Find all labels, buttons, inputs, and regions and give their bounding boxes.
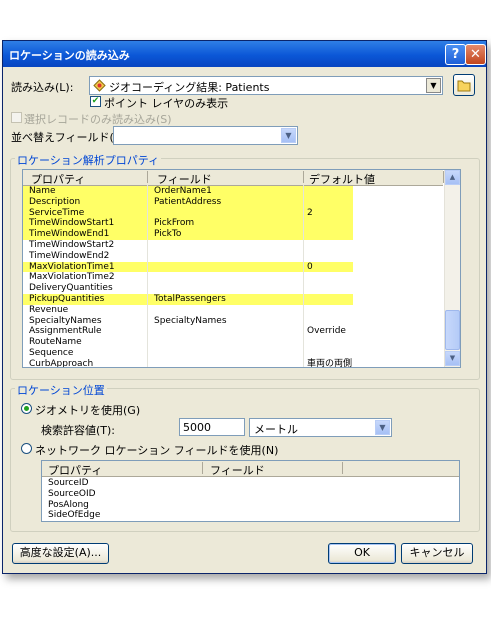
col-header-property[interactable]: プロパティ: [31, 171, 85, 187]
cell-default: 0: [307, 261, 313, 272]
table-row[interactable]: AssignmentRule Override: [23, 326, 443, 337]
show-point-layers-label: ポイント レイヤのみ表示: [104, 97, 229, 110]
network-fields-grid[interactable]: プロパティ フィールド SourceID SourceOID PosAlong …: [41, 460, 460, 522]
ok-button[interactable]: OK: [328, 543, 396, 564]
cell-property: TimeWindowStart2: [29, 240, 115, 250]
cell-field: PatientAddress: [154, 196, 222, 207]
cell-property: TimeWindowStart1: [29, 218, 115, 229]
tolerance-value: 5000: [183, 421, 211, 434]
scroll-thumb[interactable]: [445, 310, 460, 350]
col-header-default[interactable]: デフォルト値: [309, 171, 375, 187]
cell-default: 車両の両側: [307, 358, 353, 368]
cell-property: Sequence: [29, 348, 74, 358]
scroll-down-icon[interactable]: ▼: [445, 351, 460, 366]
net-col-header-property[interactable]: プロパティ: [48, 462, 102, 478]
table-row[interactable]: TimeWindowEnd2: [23, 251, 443, 262]
cell-property: PickupQuantities: [29, 294, 105, 304]
cancel-button[interactable]: キャンセル: [401, 543, 473, 564]
advanced-settings-button[interactable]: 高度な設定(A)...: [12, 543, 109, 564]
cell-property: DeliveryQuantities: [29, 283, 113, 294]
tolerance-label: 検索許容値(T):: [41, 424, 116, 437]
table-row[interactable]: MaxViolationTime1 0: [23, 262, 443, 273]
cell-field: PickTo: [154, 229, 182, 240]
cell-property: RouteName: [29, 337, 82, 348]
table-row[interactable]: RouteName: [23, 337, 443, 348]
cell-property: CurbApproach: [29, 358, 94, 368]
cell-property: AssignmentRule: [29, 326, 102, 337]
table-row[interactable]: TimeWindowStart2: [23, 240, 443, 251]
cell-property: ServiceTime: [29, 207, 85, 218]
properties-grid[interactable]: プロパティ フィールド デフォルト値 Name OrderName1 Descrip…: [22, 169, 461, 368]
cell-property: TimeWindowEnd2: [29, 250, 110, 261]
cell-default: Override: [307, 326, 346, 337]
cell-property: MaxViolationTime1: [29, 261, 115, 272]
tolerance-unit-select[interactable]: メートル ▼: [249, 418, 392, 437]
close-icon[interactable]: ✕: [465, 44, 486, 65]
selected-only-label: 選択レコードのみ読み込み(S): [24, 113, 172, 126]
title-bar[interactable]: ロケーションの読み込み ? ✕: [3, 41, 486, 67]
layer-icon: [93, 79, 106, 92]
use-network-fields-radio[interactable]: [21, 443, 32, 454]
dialog-title: ロケーションの読み込み: [9, 49, 130, 62]
table-row[interactable]: TimeWindowStart1 PickFrom: [23, 218, 443, 229]
load-locations-dialog: ロケーションの読み込み ? ✕ 読み込み(L): ジオコーディング結果: Pat…: [2, 40, 487, 574]
table-row[interactable]: Description PatientAddress: [23, 197, 443, 208]
cell-property: MaxViolationTime2: [29, 272, 115, 283]
cell-default: 2: [307, 207, 313, 218]
properties-group-title: ロケーション解析プロパティ: [15, 152, 162, 168]
cell-property: Description: [29, 196, 81, 207]
load-from-select[interactable]: ジオコーディング結果: Patients ▼: [89, 76, 443, 95]
show-point-layers-checkbox[interactable]: ✔: [90, 96, 101, 107]
tolerance-input[interactable]: 5000: [179, 418, 245, 436]
open-folder-button[interactable]: [453, 74, 475, 96]
cell-property: Revenue: [29, 304, 69, 315]
sort-field-select[interactable]: ▼: [113, 126, 298, 145]
cell-field: SpecialtyNames: [154, 315, 227, 326]
use-geometry-label: ジオメトリを使用(G): [35, 404, 141, 417]
table-row[interactable]: TimeWindowEnd1 PickTo: [23, 229, 443, 240]
use-network-fields-label: ネットワーク ロケーション フィールドを使用(N): [35, 444, 279, 457]
table-row[interactable]: Sequence: [23, 348, 443, 359]
folder-icon: [457, 80, 471, 92]
chevron-down-icon[interactable]: ▼: [426, 78, 441, 93]
position-group-title: ロケーション位置: [15, 382, 107, 398]
grid-scrollbar[interactable]: ▲ ▼: [444, 170, 460, 367]
selected-only-checkbox[interactable]: [11, 112, 22, 123]
cell-property: SpecialtyNames: [29, 315, 102, 326]
scroll-up-icon[interactable]: ▲: [445, 170, 460, 185]
table-row[interactable]: Name OrderName1: [23, 186, 443, 197]
table-row[interactable]: PickupQuantities TotalPassengers: [23, 294, 443, 305]
table-row[interactable]: Revenue: [23, 305, 443, 316]
load-from-value: ジオコーディング結果: Patients: [109, 81, 270, 94]
table-row[interactable]: ServiceTime 2: [23, 208, 443, 219]
col-header-field[interactable]: フィールド: [157, 171, 212, 187]
load-from-label: 読み込み(L):: [11, 81, 74, 94]
net-grid-header: プロパティ フィールド: [42, 461, 459, 477]
cell-property: Name: [29, 186, 56, 196]
help-icon[interactable]: ?: [445, 44, 466, 65]
chevron-down-icon[interactable]: ▼: [375, 420, 390, 435]
cell-field: PickFrom: [154, 218, 195, 229]
table-row[interactable]: CurbApproach 車両の両側: [23, 358, 443, 368]
table-row[interactable]: MaxViolationTime2: [23, 272, 443, 283]
cell-property: TimeWindowEnd1: [29, 229, 110, 240]
table-row[interactable]: SpecialtyNames SpecialtyNames: [23, 316, 443, 327]
table-row[interactable]: DeliveryQuantities: [23, 283, 443, 294]
use-geometry-radio[interactable]: [21, 403, 32, 414]
cell-field: TotalPassengers: [154, 294, 226, 304]
cell-field: OrderName1: [154, 186, 212, 196]
tolerance-unit-value: メートル: [254, 423, 298, 436]
chevron-down-icon[interactable]: ▼: [281, 128, 296, 143]
grid-header: プロパティ フィールド デフォルト値: [23, 170, 444, 187]
net-col-header-field[interactable]: フィールド: [210, 462, 265, 478]
